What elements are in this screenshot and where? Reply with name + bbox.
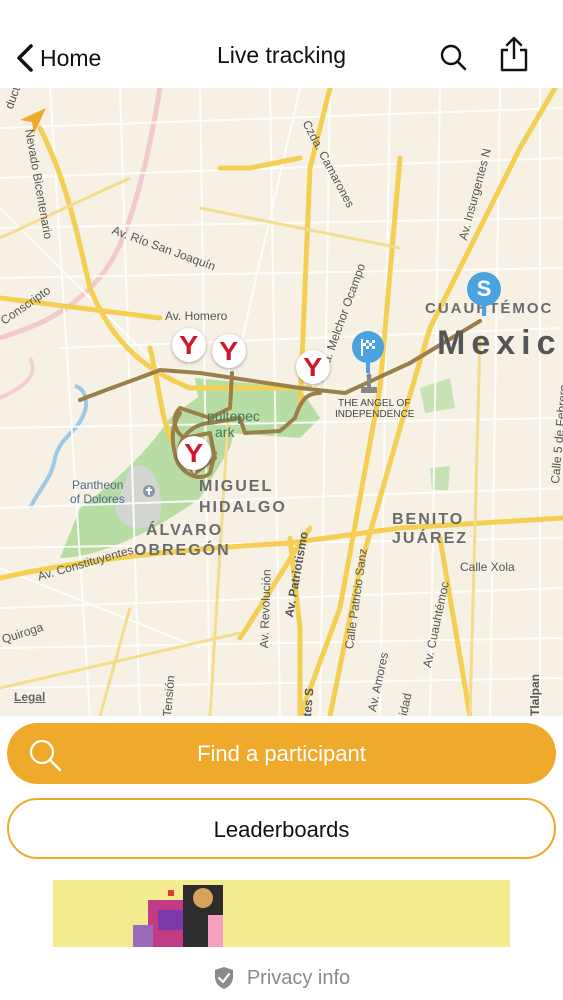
cemetery-icon xyxy=(143,485,155,497)
promo-banner[interactable] xyxy=(53,880,510,947)
map-legal-link[interactable]: Legal xyxy=(14,690,45,704)
monument-icon xyxy=(361,373,377,393)
shield-check-icon xyxy=(214,967,233,989)
poi-label: of Dolores xyxy=(70,492,125,506)
page-title: Live tracking xyxy=(216,42,347,68)
leaderboards-button[interactable]: Leaderboards xyxy=(7,798,556,859)
area-label: ÁLVARO xyxy=(146,522,224,539)
street-label: Av. Homero xyxy=(165,309,228,323)
checkpoint-y-icon: Y xyxy=(303,352,323,382)
poi-label: pultepec xyxy=(207,408,260,424)
street-label: Calle Xola xyxy=(460,560,515,574)
checkpoint-y-icon: Y xyxy=(219,336,239,366)
share-button[interactable] xyxy=(496,34,532,76)
banner-artwork xyxy=(133,885,223,947)
poi-label: Pantheon xyxy=(72,478,124,492)
finish-marker[interactable] xyxy=(352,331,386,375)
tracking-map[interactable]: ducto Nevado Bicentenario Conscripto Av.… xyxy=(0,88,563,716)
search-button[interactable] xyxy=(436,40,472,76)
checkpoint-marker[interactable]: Y xyxy=(296,350,330,390)
checkpoint-marker[interactable]: Y xyxy=(172,328,206,368)
find-participant-label: Find a participant xyxy=(197,741,366,766)
poi-label: ark xyxy=(215,424,235,440)
top-nav-bar: Home Live tracking xyxy=(0,0,563,88)
street-label: tes S xyxy=(300,687,317,716)
area-label: JUÁREZ xyxy=(392,530,469,547)
checkpoint-marker[interactable]: Y xyxy=(177,436,211,476)
area-label: HIDALGO xyxy=(199,499,287,516)
privacy-info-label: Privacy info xyxy=(246,966,351,989)
checkpoint-marker[interactable]: Y xyxy=(212,334,246,374)
area-label: OBREGÓN xyxy=(134,542,231,559)
privacy-info-link[interactable]: Privacy info xyxy=(0,966,563,990)
area-label: MIGUEL xyxy=(199,478,274,495)
search-icon xyxy=(440,44,467,71)
street-label: Tlalpan xyxy=(528,673,542,716)
finish-flag-icon xyxy=(361,339,375,356)
leaderboards-label: Leaderboards xyxy=(213,817,350,842)
find-participant-button[interactable]: Find a participant xyxy=(7,723,556,784)
city-label: Mexic xyxy=(437,324,562,362)
share-icon xyxy=(500,36,528,72)
checkpoint-y-icon: Y xyxy=(179,330,199,360)
poi-label: INDEPENDENCE xyxy=(335,409,415,420)
area-label: BENITO xyxy=(392,511,465,528)
checkpoint-y-icon: Y xyxy=(184,438,204,468)
poi-label: THE ANGEL OF xyxy=(338,398,411,409)
start-s-icon: S xyxy=(467,272,501,306)
street-label: Av. Revolución xyxy=(257,569,274,649)
start-marker[interactable]: S xyxy=(467,272,501,316)
